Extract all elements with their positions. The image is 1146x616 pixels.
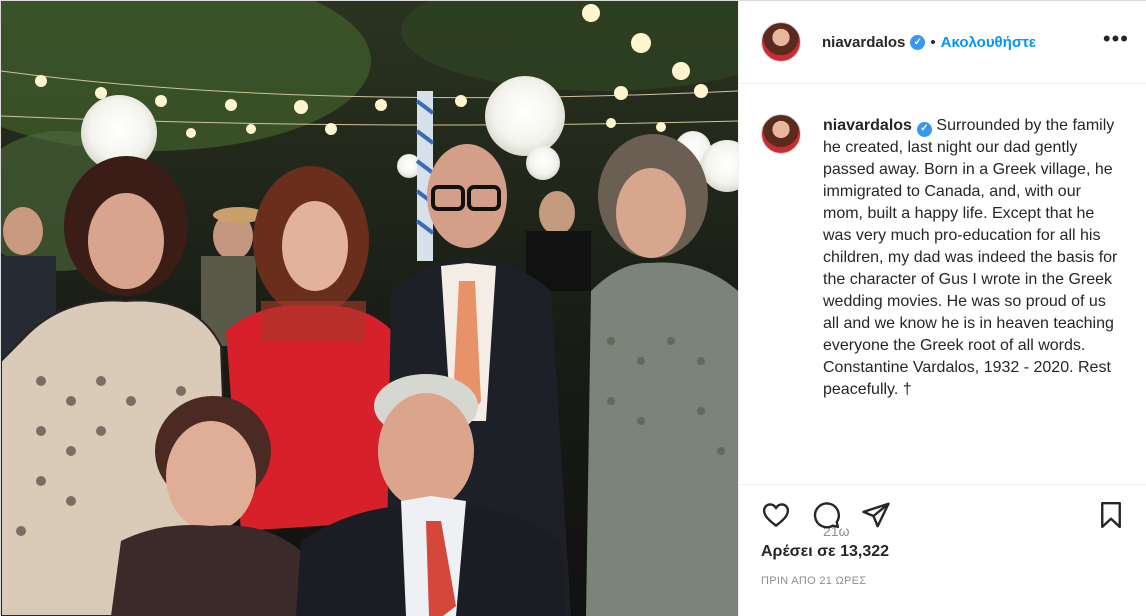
caption-avatar[interactable] (761, 114, 801, 154)
verified-check-icon: ✓ (910, 34, 926, 50)
heart-outline-icon[interactable] (761, 500, 791, 535)
paper-plane-icon[interactable] (861, 500, 891, 535)
caption-body: Surrounded by the family he created, las… (823, 117, 1118, 398)
bookmark-icon[interactable] (1096, 500, 1126, 535)
post-timestamp[interactable]: ΠΡΙΝ ΑΠΟ 21 ΩΡΕΣ (761, 575, 866, 587)
author-username[interactable]: niavardalos (822, 34, 905, 51)
caption-section: niavardalos ✓ Surrounded by the family he… (739, 84, 1146, 539)
instagram-post: niavardalos ✓ • Ακολουθήστε ••• niavarda… (0, 0, 1146, 616)
family-photo-illustration (1, 1, 738, 616)
post-header: niavardalos ✓ • Ακολουθήστε ••• (739, 1, 1146, 84)
post-photo[interactable] (1, 1, 738, 616)
verified-check-icon: ✓ (916, 121, 932, 137)
author-avatar[interactable] (761, 22, 801, 62)
caption-username[interactable]: niavardalos (823, 117, 912, 134)
action-bar: Αρέσει σε 13,322 ΠΡΙΝ ΑΠΟ 21 ΩΡΕΣ (739, 484, 1146, 616)
more-options-icon[interactable]: ••• (1103, 28, 1129, 50)
comment-bubble-icon[interactable] (811, 500, 841, 535)
caption: niavardalos ✓ Surrounded by the family he… (823, 115, 1123, 401)
likes-count[interactable]: Αρέσει σε 13,322 (761, 543, 889, 561)
follow-button[interactable]: Ακολουθήστε (941, 34, 1036, 51)
post-sidebar: niavardalos ✓ • Ακολουθήστε ••• niavarda… (738, 1, 1146, 616)
separator-dot: • (930, 33, 936, 51)
action-icons (761, 500, 1126, 530)
